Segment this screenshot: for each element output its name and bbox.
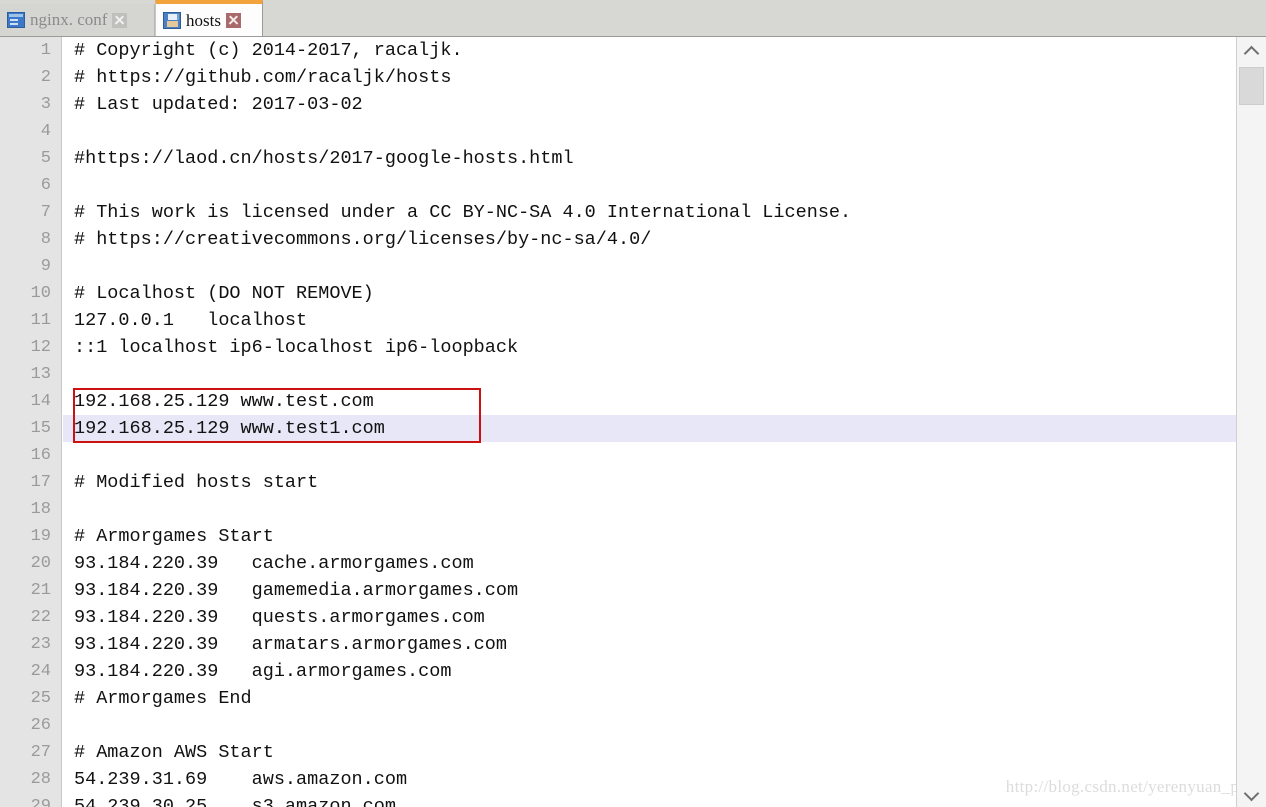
code-text-area[interactable]: # Copyright (c) 2014-2017, racaljk. # htt… bbox=[63, 37, 1266, 807]
tab-label: nginx. conf bbox=[30, 10, 108, 29]
line-number: 3 bbox=[40, 95, 51, 114]
line-number: 7 bbox=[40, 203, 51, 222]
code-line[interactable] bbox=[63, 253, 1266, 280]
code-line[interactable]: ::1 localhost ip6-localhost ip6-loopback bbox=[63, 334, 1266, 361]
code-line[interactable]: 93.184.220.39 gamemedia.armorgames.com bbox=[63, 577, 1266, 604]
code-line[interactable]: # Localhost (DO NOT REMOVE) bbox=[63, 280, 1266, 307]
code-line[interactable]: 93.184.220.39 cache.armorgames.com bbox=[63, 550, 1266, 577]
document-icon bbox=[7, 12, 25, 28]
watermark-text: http://blog.csdn.net/yerenyuan_pk bbox=[1005, 777, 1248, 796]
code-line[interactable]: # Amazon AWS Start bbox=[63, 739, 1266, 766]
tab-nginx-conf[interactable]: nginx. conf bbox=[0, 4, 155, 36]
line-number: 20 bbox=[30, 554, 51, 573]
close-icon[interactable] bbox=[225, 12, 241, 28]
code-line[interactable]: 192.168.25.129 www.test1.com bbox=[63, 415, 1246, 442]
code-line[interactable]: # Modified hosts start bbox=[63, 469, 1266, 496]
code-line[interactable] bbox=[63, 712, 1266, 739]
line-number: 1 bbox=[40, 41, 51, 60]
tab-label: hosts bbox=[186, 11, 221, 30]
line-number: 5 bbox=[40, 149, 51, 168]
line-number: 27 bbox=[30, 743, 51, 762]
line-number: 10 bbox=[30, 284, 51, 303]
line-number: 16 bbox=[30, 446, 51, 465]
line-number: 6 bbox=[40, 176, 51, 195]
line-number: 24 bbox=[30, 662, 51, 681]
line-number: 22 bbox=[30, 608, 51, 627]
line-number: 25 bbox=[30, 689, 51, 708]
code-line[interactable]: # Copyright (c) 2014-2017, racaljk. bbox=[63, 37, 1266, 64]
code-line[interactable]: # Last updated: 2017-03-02 bbox=[63, 91, 1266, 118]
code-line[interactable] bbox=[63, 172, 1266, 199]
code-line[interactable]: # Armorgames Start bbox=[63, 523, 1266, 550]
line-number: 2 bbox=[40, 68, 51, 87]
code-line[interactable]: # https://github.com/racaljk/hosts bbox=[63, 64, 1266, 91]
line-number: 14 bbox=[30, 392, 51, 411]
line-number: 4 bbox=[40, 122, 51, 141]
code-line[interactable]: # https://creativecommons.org/licenses/b… bbox=[63, 226, 1266, 253]
code-editor[interactable]: 1 2 3 4 5 6 7 8 9 10 11 12 13 14 15 16 17 18 19 20 21 22 23 24 2… bbox=[0, 36, 1266, 807]
line-number: 28 bbox=[30, 770, 51, 789]
line-number: 23 bbox=[30, 635, 51, 654]
close-icon[interactable] bbox=[112, 12, 128, 28]
line-number: 29 bbox=[30, 797, 51, 807]
code-line[interactable]: 93.184.220.39 quests.armorgames.com bbox=[63, 604, 1266, 631]
code-line[interactable]: # This work is licensed under a CC BY-NC… bbox=[63, 199, 1266, 226]
code-line[interactable]: #https://laod.cn/hosts/2017-google-hosts… bbox=[63, 145, 1266, 172]
code-line[interactable] bbox=[63, 361, 1266, 388]
line-number: 11 bbox=[30, 311, 51, 330]
tab-bar: nginx. conf hosts bbox=[0, 0, 1266, 36]
line-number: 15 bbox=[30, 419, 51, 438]
line-number: 9 bbox=[40, 257, 51, 276]
chevron-down-icon[interactable] bbox=[1237, 779, 1266, 807]
code-line[interactable]: 127.0.0.1 localhost bbox=[63, 307, 1266, 334]
code-line[interactable]: 192.168.25.129 www.test.com bbox=[63, 388, 1266, 415]
code-line[interactable]: 93.184.220.39 armatars.armorgames.com bbox=[63, 631, 1266, 658]
line-number: 18 bbox=[30, 500, 51, 519]
vertical-scrollbar[interactable] bbox=[1236, 37, 1266, 807]
line-number: 26 bbox=[30, 716, 51, 735]
line-number: 19 bbox=[30, 527, 51, 546]
line-number: 13 bbox=[30, 365, 51, 384]
line-number: 8 bbox=[40, 230, 51, 249]
floppy-save-icon bbox=[163, 11, 181, 29]
line-number: 21 bbox=[30, 581, 51, 600]
line-number: 12 bbox=[30, 338, 51, 357]
code-line[interactable] bbox=[63, 118, 1266, 145]
chevron-up-icon[interactable] bbox=[1237, 37, 1266, 65]
tab-hosts[interactable]: hosts bbox=[155, 0, 263, 36]
code-line[interactable]: # Armorgames End bbox=[63, 685, 1266, 712]
line-number: 17 bbox=[30, 473, 51, 492]
code-line[interactable] bbox=[63, 496, 1266, 523]
code-line[interactable]: 93.184.220.39 agi.armorgames.com bbox=[63, 658, 1266, 685]
code-line[interactable] bbox=[63, 442, 1266, 469]
scroll-thumb[interactable] bbox=[1239, 67, 1264, 105]
line-number-gutter: 1 2 3 4 5 6 7 8 9 10 11 12 13 14 15 16 17 18 19 20 21 22 23 24 2… bbox=[0, 37, 62, 807]
